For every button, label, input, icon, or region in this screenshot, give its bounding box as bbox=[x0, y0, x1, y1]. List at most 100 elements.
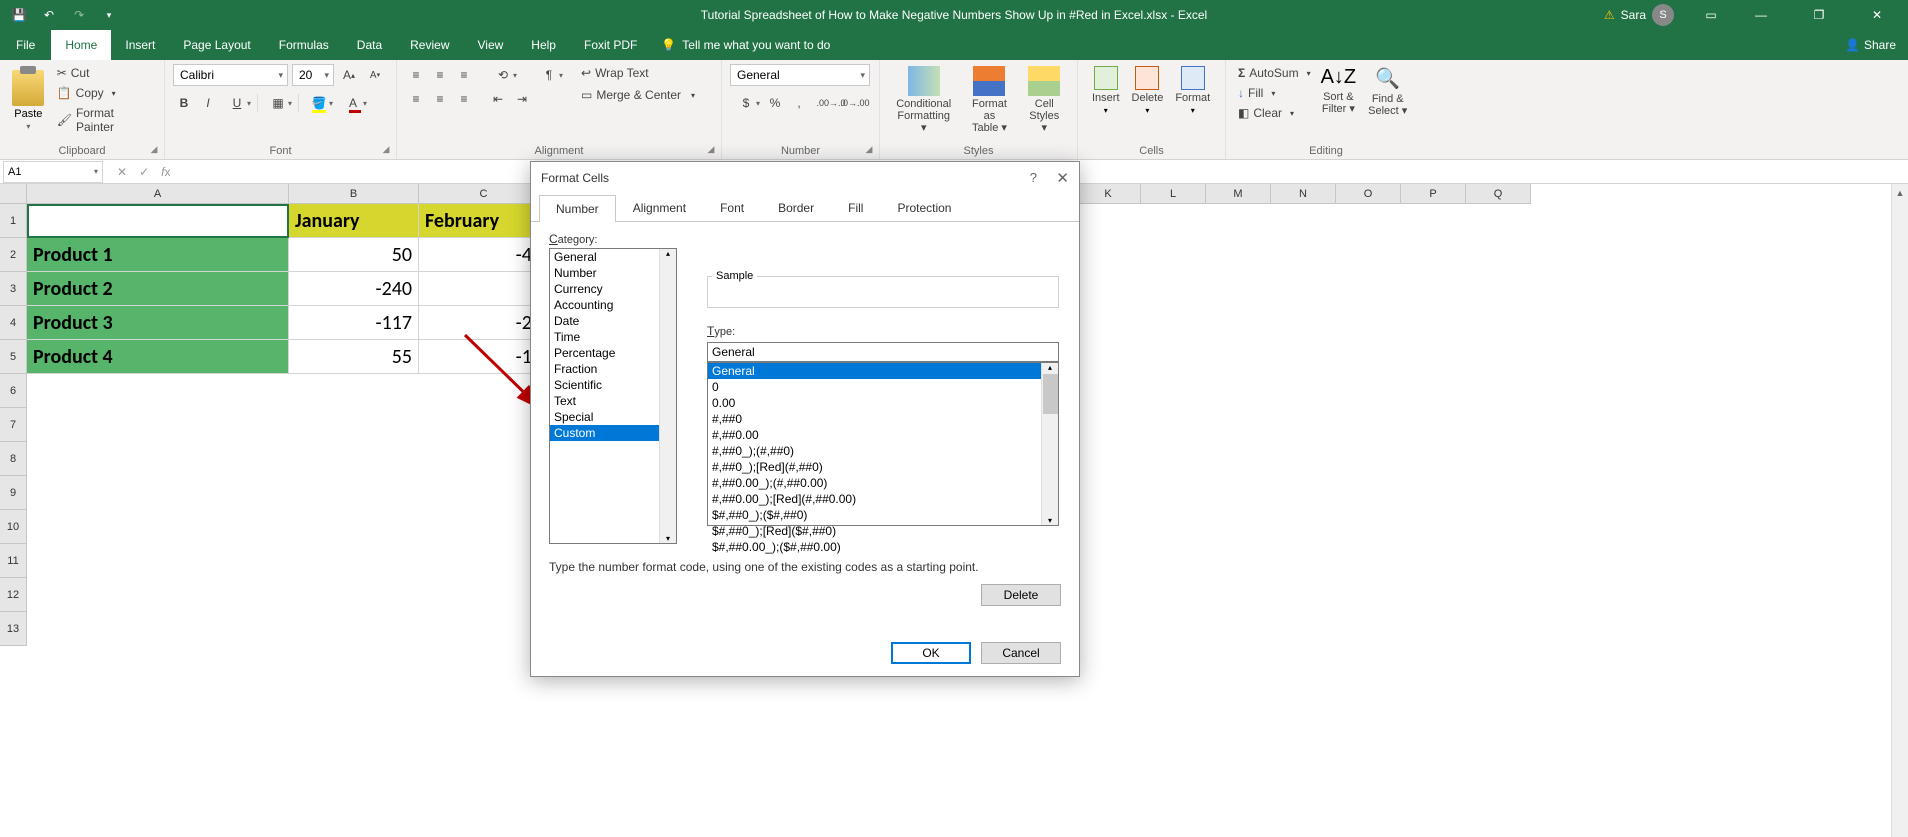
sort-filter-button[interactable]: A↓ZSort &Filter ▾ bbox=[1315, 64, 1363, 136]
row-header[interactable]: 13 bbox=[0, 612, 27, 646]
cell-b4[interactable]: -117 bbox=[289, 306, 419, 340]
close-button[interactable]: ✕ bbox=[1854, 0, 1900, 30]
type-item[interactable]: #,##0.00_);[Red](#,##0.00) bbox=[708, 491, 1041, 507]
type-item[interactable]: 0 bbox=[708, 379, 1041, 395]
align-center-button[interactable]: ≡ bbox=[429, 88, 451, 110]
tab-foxit[interactable]: Foxit PDF bbox=[570, 30, 651, 60]
merge-center-button[interactable]: ▭Merge & Center▾ bbox=[577, 86, 699, 104]
align-top-button[interactable]: ≡ bbox=[405, 64, 427, 86]
tab-help[interactable]: Help bbox=[517, 30, 570, 60]
type-item[interactable]: #,##0_);(#,##0) bbox=[708, 443, 1041, 459]
type-item[interactable]: #,##0.00_);(#,##0.00) bbox=[708, 475, 1041, 491]
accounting-format-button[interactable]: $ bbox=[730, 92, 762, 114]
tab-file[interactable]: File bbox=[0, 30, 51, 60]
minimize-button[interactable]: — bbox=[1738, 0, 1784, 30]
category-item[interactable]: Date bbox=[550, 313, 676, 329]
italic-button[interactable]: I bbox=[197, 92, 219, 114]
column-header[interactable]: K bbox=[1076, 184, 1141, 204]
type-item[interactable]: 0.00 bbox=[708, 395, 1041, 411]
maximize-button[interactable]: ❐ bbox=[1796, 0, 1842, 30]
category-item[interactable]: Scientific bbox=[550, 377, 676, 393]
type-item[interactable]: General bbox=[708, 363, 1041, 379]
scroll-up-icon[interactable]: ▲ bbox=[1892, 184, 1908, 201]
category-item[interactable]: Percentage bbox=[550, 345, 676, 361]
row-header[interactable]: 6 bbox=[0, 374, 27, 408]
tab-insert[interactable]: Insert bbox=[111, 30, 169, 60]
alignment-launcher[interactable]: ◢ bbox=[705, 143, 717, 155]
category-item[interactable]: Accounting bbox=[550, 297, 676, 313]
name-box[interactable]: A1 bbox=[3, 161, 103, 183]
tab-home[interactable]: Home bbox=[51, 30, 111, 60]
category-item[interactable]: General bbox=[550, 249, 676, 265]
bold-button[interactable]: B bbox=[173, 92, 195, 114]
cell-b1[interactable]: January bbox=[289, 204, 419, 238]
find-select-button[interactable]: 🔍Find &Select ▾ bbox=[1362, 64, 1413, 136]
tab-alignment[interactable]: Alignment bbox=[616, 194, 703, 221]
cell-a5[interactable]: Product 4 bbox=[27, 340, 289, 374]
autosum-button[interactable]: ΣAutoSum▾ bbox=[1234, 64, 1315, 82]
cell-a1[interactable] bbox=[27, 204, 289, 238]
format-cells-button[interactable]: Format▾ bbox=[1169, 64, 1216, 136]
column-header[interactable]: A bbox=[27, 184, 289, 204]
cut-button[interactable]: ✂Cut bbox=[53, 64, 156, 82]
align-bottom-button[interactable]: ≡ bbox=[453, 64, 475, 86]
column-header[interactable]: O bbox=[1336, 184, 1401, 204]
category-item[interactable]: Text bbox=[550, 393, 676, 409]
type-listbox[interactable]: General 0 0.00 #,##0 #,##0.00 #,##0_);(#… bbox=[707, 362, 1059, 526]
cell-b5[interactable]: 55 bbox=[289, 340, 419, 374]
clear-button[interactable]: ◧Clear▾ bbox=[1234, 104, 1315, 122]
row-header[interactable]: 12 bbox=[0, 578, 27, 612]
type-input[interactable] bbox=[707, 342, 1059, 362]
orientation-button[interactable]: ⟲ bbox=[487, 64, 519, 86]
conditional-formatting-button[interactable]: ConditionalFormatting ▾ bbox=[888, 64, 959, 136]
percent-button[interactable]: % bbox=[764, 92, 786, 114]
row-header[interactable]: 5 bbox=[0, 340, 27, 374]
tab-number[interactable]: Number bbox=[539, 195, 616, 222]
format-painter-button[interactable]: 🖌Format Painter bbox=[53, 104, 156, 136]
redo-button[interactable]: ↷ bbox=[66, 2, 92, 28]
category-item[interactable]: Special bbox=[550, 409, 676, 425]
category-item[interactable]: Number bbox=[550, 265, 676, 281]
row-header[interactable]: 1 bbox=[0, 204, 27, 238]
dialog-close-button[interactable]: ✕ bbox=[1056, 169, 1069, 187]
delete-format-button[interactable]: Delete bbox=[981, 584, 1061, 606]
tab-fill[interactable]: Fill bbox=[831, 194, 880, 221]
clipboard-launcher[interactable]: ◢ bbox=[148, 143, 160, 155]
column-header[interactable]: N bbox=[1271, 184, 1336, 204]
insert-cells-button[interactable]: Insert▾ bbox=[1086, 64, 1126, 136]
font-launcher[interactable]: ◢ bbox=[380, 143, 392, 155]
tab-border[interactable]: Border bbox=[761, 194, 831, 221]
tell-me-search[interactable]: 💡 Tell me what you want to do bbox=[651, 30, 840, 60]
qat-customize[interactable]: ▾ bbox=[96, 2, 122, 28]
column-header[interactable]: L bbox=[1141, 184, 1206, 204]
font-size-select[interactable]: 20 bbox=[292, 64, 334, 86]
select-all-corner[interactable] bbox=[0, 184, 27, 204]
cancel-button[interactable]: Cancel bbox=[981, 642, 1061, 664]
column-header[interactable]: M bbox=[1206, 184, 1271, 204]
underline-button[interactable]: U bbox=[221, 92, 253, 114]
comma-button[interactable]: , bbox=[788, 92, 810, 114]
number-format-select[interactable]: General bbox=[730, 64, 870, 86]
tab-data[interactable]: Data bbox=[343, 30, 396, 60]
cell-styles-button[interactable]: CellStyles ▾ bbox=[1020, 64, 1069, 136]
cancel-formula-icon[interactable]: ✕ bbox=[117, 165, 127, 179]
dialog-titlebar[interactable]: Format Cells ? ✕ bbox=[531, 162, 1079, 194]
increase-font-button[interactable]: A▴ bbox=[338, 64, 360, 86]
save-button[interactable]: 💾 bbox=[6, 2, 32, 28]
font-name-select[interactable]: Calibri bbox=[173, 64, 288, 86]
user-account[interactable]: ⚠ Sara S bbox=[1604, 4, 1674, 26]
fill-color-button[interactable]: 🪣 bbox=[303, 92, 335, 114]
category-item[interactable]: Fraction bbox=[550, 361, 676, 377]
category-item[interactable]: Time bbox=[550, 329, 676, 345]
type-item[interactable]: $#,##0_);($#,##0) bbox=[708, 507, 1041, 523]
listbox-scrollbar[interactable]: ▴▾ bbox=[659, 249, 676, 543]
undo-button[interactable]: ↶ bbox=[36, 2, 62, 28]
format-as-table-button[interactable]: Format asTable ▾ bbox=[959, 64, 1019, 136]
row-header[interactable]: 2 bbox=[0, 238, 27, 272]
ribbon-display-options[interactable]: ▭ bbox=[1696, 0, 1726, 30]
copy-button[interactable]: 📋Copy▾ bbox=[53, 84, 156, 102]
increase-indent-button[interactable]: ⇥ bbox=[511, 88, 533, 110]
decrease-font-button[interactable]: A▾ bbox=[364, 64, 386, 86]
cell-a2[interactable]: Product 1 bbox=[27, 238, 289, 272]
row-header[interactable]: 7 bbox=[0, 408, 27, 442]
